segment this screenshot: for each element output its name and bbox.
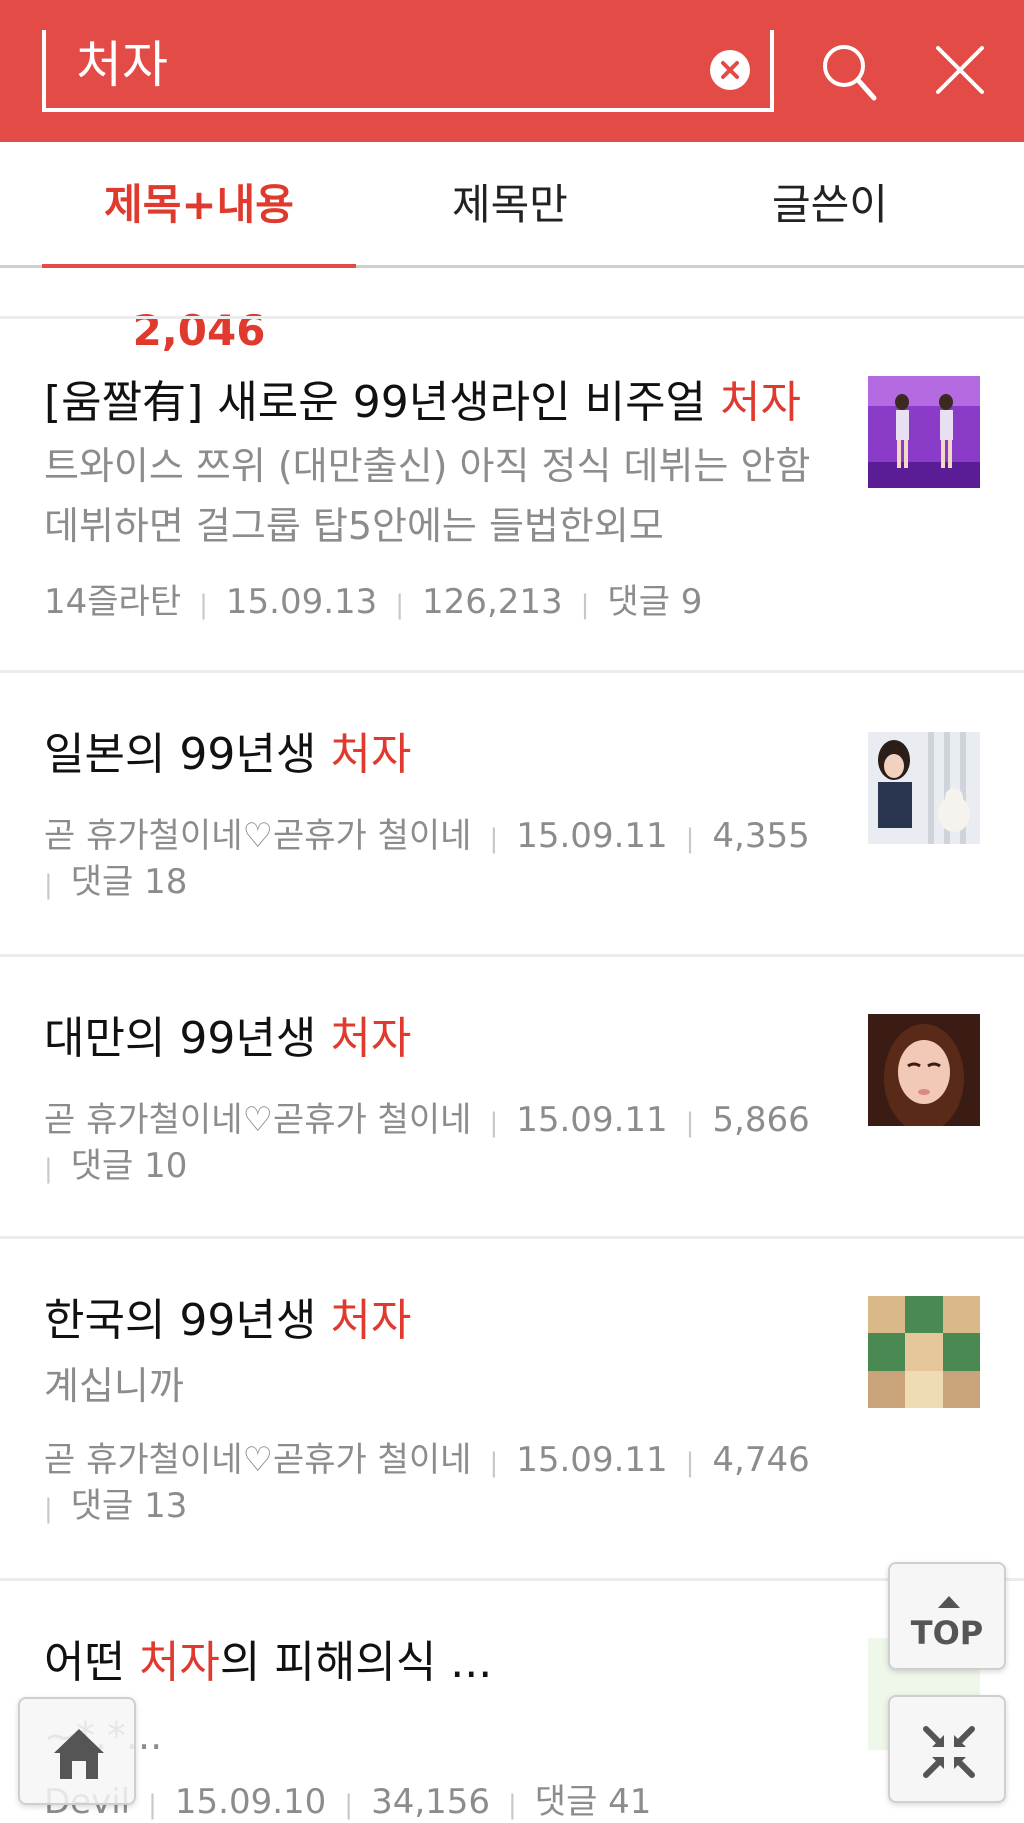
post-date: 15.09.11 [516,1440,668,1480]
post-meta: 곧 휴가철이네♡곧휴가 철이네 | 15.09.11 | 4,355 [44,816,810,856]
post-meta-continued: | 댓글 10 [44,1146,188,1186]
post-snippet: 계십니까 [44,1364,184,1408]
post-date: 15.09.10 [174,1782,327,1822]
post-thumbnail[interactable] [868,376,980,488]
post-comments: 댓글 13 [70,1486,188,1526]
post-comments: 댓글 18 [70,862,188,902]
post-views: 4,355 [712,816,810,856]
post-comments: 댓글 9 [607,582,703,622]
clear-search-icon[interactable] [710,50,750,90]
post-author: 곧 휴가철이네♡곧휴가 철이네 [44,1100,472,1140]
post-author: 곧 휴가철이네♡곧휴가 철이네 [44,1440,472,1480]
post-views: 4,746 [712,1440,810,1480]
post-meta: 14즐라탄 | 15.09.13 | 126,213 | 댓글 9 [44,582,703,622]
post-title[interactable]: 대만의 99년생 처자 [44,1002,411,1066]
post-thumbnail[interactable] [868,1296,980,1408]
active-tab-indicator [42,264,356,268]
post-title[interactable]: 한국의 99년생 처자 [44,1284,411,1348]
scroll-top-label: TOP [910,1614,984,1652]
post-snippet: ~*.*... [44,1706,844,1766]
post-views: 5,866 [712,1100,810,1140]
post-meta-continued: | 댓글 13 [44,1486,188,1526]
close-icon[interactable] [932,42,988,98]
post-comments: 댓글 41 [534,1782,652,1822]
tab-title-content[interactable]: 제목+내용 2,046 [42,142,356,355]
post-title[interactable]: [움짤有] 새로운 99년생라인 비주얼 처자 [44,366,801,430]
post-title[interactable]: 어떤 처자의 피해의식 ... [44,1626,492,1690]
post-thumbnail[interactable] [868,1014,980,1126]
list-item[interactable]: 일본의 99년생 처자 곧 휴가철이네♡곧휴가 철이네 | 15.09.11 | 4,3… [0,672,1024,954]
arrow-up-icon [938,1596,960,1608]
tab-author[interactable]: 글쓴이 [720,142,940,268]
scroll-top-button[interactable]: TOP [888,1562,1006,1670]
post-title[interactable]: 일본의 99년생 처자 [44,718,411,782]
search-query-text[interactable]: 처자 [76,30,168,100]
post-date: 15.09.11 [516,816,668,856]
search-icon[interactable] [820,42,878,102]
post-comments: 댓글 10 [70,1146,188,1186]
list-item[interactable]: 한국의 99년생 처자 계십니까 곧 휴가철이네♡곧휴가 철이네 | 15.09.1… [0,1238,1024,1578]
post-date: 15.09.11 [516,1100,668,1140]
post-snippet: 트와이스 쯔위 (대만출신) 아직 정식 데뷔는 안함 데뷔하면 걸그룹 탑5안… [44,444,811,548]
post-thumbnail[interactable] [868,732,980,844]
post-author: 곧 휴가철이네♡곧휴가 철이네 [44,816,472,856]
search-tabs: 제목+내용 2,046 제목만 글쓴이 [0,142,1024,355]
tab-title-only[interactable]: 제목만 [400,142,620,268]
collapse-icon [923,1726,975,1778]
post-views: 34,156 [371,1782,491,1822]
home-button[interactable] [18,1697,136,1805]
post-views: 126,213 [422,582,563,622]
post-meta-continued: | 댓글 18 [44,862,188,902]
list-item[interactable]: [움짤有] 새로운 99년생라인 비주얼 처자 트와이스 쯔위 (대만출신) 아… [0,318,1024,670]
list-item[interactable]: 대만의 99년생 처자 곧 휴가철이네♡곧휴가 철이네 | 15.09.11 | 5,8… [0,956,1024,1236]
home-icon [54,1729,104,1779]
post-author: 14즐라탄 [44,582,182,622]
list-item[interactable]: 어떤 처자의 피해의식 ... ~*.*... Devil|15.09.10|3… [0,1580,1024,1822]
post-meta: 곧 휴가철이네♡곧휴가 철이네 | 15.09.11 | 4,746 [44,1440,810,1480]
search-header: 처자 [0,0,1024,142]
post-date: 15.09.13 [225,582,378,622]
post-meta: 곧 휴가철이네♡곧휴가 철이네 | 15.09.11 | 5,866 [44,1100,810,1140]
collapse-button[interactable] [888,1695,1006,1803]
